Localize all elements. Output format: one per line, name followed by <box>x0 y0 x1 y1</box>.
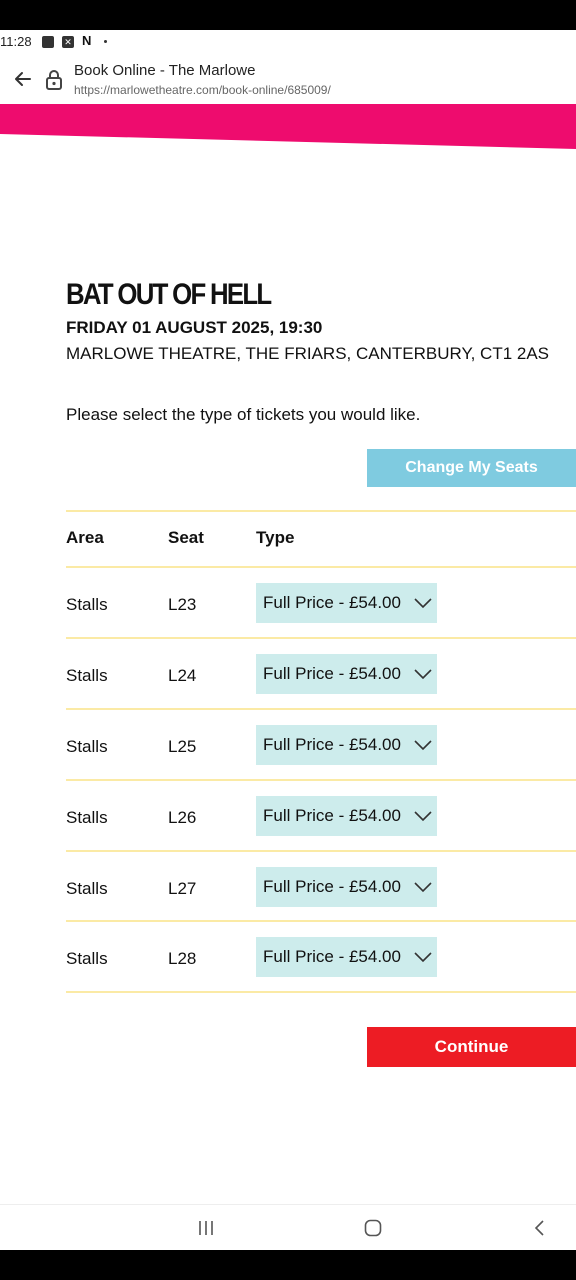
page-title[interactable]: Book Online - The Marlowe <box>74 62 255 79</box>
table-divider <box>66 850 576 852</box>
back-icon[interactable] <box>529 1217 551 1239</box>
row-area: Stalls <box>66 808 108 827</box>
row-area: Stalls <box>66 595 108 614</box>
row-seat: L26 <box>168 808 197 827</box>
row-seat: L27 <box>168 879 197 898</box>
ticket-type-value: Full Price - £54.00 <box>263 806 401 825</box>
table-row: Stalls L26 Full Price - £54.00 <box>0 784 576 854</box>
more-notifications-dot-icon <box>104 40 107 43</box>
chevron-down-icon <box>414 952 432 963</box>
ticket-type-value: Full Price - £54.00 <box>263 593 401 612</box>
row-seat: L24 <box>168 666 197 685</box>
ticket-type-select[interactable]: Full Price - £54.00 <box>256 725 437 765</box>
x-notification-icon: ✕ <box>62 36 74 48</box>
table-row: Stalls L23 Full Price - £54.00 <box>0 571 576 641</box>
ticket-instructions: Please select the type of tickets you wo… <box>66 405 421 424</box>
table-row: Stalls L24 Full Price - £54.00 <box>0 642 576 712</box>
row-seat: L23 <box>168 595 197 614</box>
header-area: Area <box>66 528 104 547</box>
continue-button[interactable]: Continue <box>367 1027 576 1067</box>
table-divider <box>66 991 576 993</box>
page-url[interactable]: https://marlowetheatre.com/book-online/6… <box>74 83 331 97</box>
status-time: 11:28 <box>0 34 32 49</box>
ticket-type-value: Full Price - £54.00 <box>263 664 401 683</box>
recents-icon[interactable] <box>195 1217 217 1239</box>
browser-url-bar: Book Online - The Marlowe https://marlow… <box>0 56 576 104</box>
image-notification-icon <box>42 36 54 48</box>
table-row: Stalls L27 Full Price - £54.00 <box>0 855 576 925</box>
row-seat: L25 <box>168 737 197 756</box>
chevron-down-icon <box>414 740 432 751</box>
chevron-down-icon <box>414 669 432 680</box>
event-title: BAT OUT OF HELL <box>66 278 272 311</box>
bottom-black-bar <box>0 1250 576 1280</box>
ticket-type-value: Full Price - £54.00 <box>263 947 401 966</box>
table-divider <box>66 510 576 512</box>
pink-header-banner <box>0 104 576 149</box>
row-area: Stalls <box>66 879 108 898</box>
row-area: Stalls <box>66 737 108 756</box>
back-arrow-icon[interactable] <box>10 66 36 92</box>
event-date: FRIDAY 01 AUGUST 2025, 19:30 <box>66 318 323 337</box>
table-row: Stalls L28 Full Price - £54.00 <box>0 925 576 995</box>
lock-icon[interactable] <box>44 68 64 92</box>
ticket-type-select[interactable]: Full Price - £54.00 <box>256 937 437 977</box>
ticket-type-select[interactable]: Full Price - £54.00 <box>256 654 437 694</box>
notification-letter: N <box>82 33 92 48</box>
header-seat: Seat <box>168 528 204 547</box>
home-icon[interactable] <box>362 1217 384 1239</box>
change-my-seats-button[interactable]: Change My Seats <box>367 449 576 487</box>
event-venue: MARLOWE THEATRE, THE FRIARS, CANTERBURY,… <box>66 344 550 363</box>
row-area: Stalls <box>66 666 108 685</box>
chevron-down-icon <box>414 598 432 609</box>
table-divider <box>66 637 576 639</box>
table-divider <box>66 566 576 568</box>
top-black-bar <box>0 0 576 30</box>
ticket-type-select[interactable]: Full Price - £54.00 <box>256 583 437 623</box>
table-divider <box>66 779 576 781</box>
table-divider <box>66 708 576 710</box>
chevron-down-icon <box>414 882 432 893</box>
chevron-down-icon <box>414 811 432 822</box>
table-divider <box>66 920 576 922</box>
header-type: Type <box>256 528 295 547</box>
ticket-type-select[interactable]: Full Price - £54.00 <box>256 796 437 836</box>
row-seat: L28 <box>168 949 197 968</box>
table-row: Stalls L25 Full Price - £54.00 <box>0 713 576 783</box>
ticket-type-value: Full Price - £54.00 <box>263 735 401 754</box>
ticket-type-select[interactable]: Full Price - £54.00 <box>256 867 437 907</box>
status-bar: 11:28 ✕ N <box>0 30 576 56</box>
android-navigation-bar <box>0 1204 576 1251</box>
row-area: Stalls <box>66 949 108 968</box>
ticket-type-value: Full Price - £54.00 <box>263 877 401 896</box>
